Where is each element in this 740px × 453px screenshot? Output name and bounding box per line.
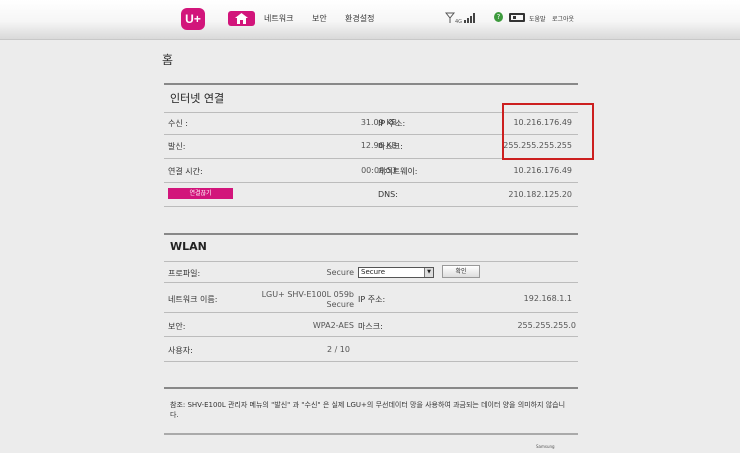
main-content: 홈 인터넷 연결 수신 : 31.09 KB IP 주소: 10.216.176… (162, 40, 582, 453)
page-title: 홈 (162, 53, 174, 67)
network-name-value-2: Secure (326, 300, 354, 309)
network-type: 4G (455, 19, 462, 24)
connection-time-label: 연결 시간: (168, 167, 203, 176)
help-link[interactable]: 도움말 (529, 14, 546, 23)
row-divider (164, 206, 578, 207)
gateway-value: 10.216.176.49 (513, 166, 572, 175)
sent-label: 발신: (168, 142, 186, 151)
nav-security[interactable]: 보안 (312, 13, 327, 24)
help-icon[interactable]: ? (494, 12, 503, 22)
mask-label: 마스크: (378, 142, 403, 151)
wlan-mask-value: 255.255.255.0 (517, 321, 576, 330)
row-divider (164, 282, 578, 283)
row-divider (164, 182, 578, 183)
users-label: 사용자: (168, 346, 193, 355)
row-divider (164, 433, 578, 435)
ip-label: IP 주소: (378, 119, 406, 128)
dns-value: 210.182.125.20 (508, 190, 572, 199)
note-text: 참조: SHV-E100L 관리자 메뉴의 "발신" 과 "수신" 은 실제 L… (170, 401, 566, 419)
gateway-label: 게이트웨이: (378, 167, 418, 176)
wlan-ip-label: IP 주소: (358, 295, 386, 304)
highlight-box (502, 103, 594, 160)
internet-section-title: 인터넷 연결 (170, 92, 225, 105)
samsung-logo: Samsung (536, 444, 555, 449)
section-divider (164, 83, 578, 85)
received-label: 수신 : (168, 119, 188, 128)
row-divider (164, 261, 578, 262)
logout-link[interactable]: 로그아웃 (552, 14, 574, 23)
chevron-down-icon[interactable]: ▼ (424, 268, 433, 277)
battery-icon (509, 13, 525, 22)
wlan-ip-value: 192.168.1.1 (523, 294, 572, 303)
security-value: WPA2-AES (312, 321, 354, 330)
profile-select[interactable]: Secure ▼ (358, 267, 434, 278)
confirm-button[interactable]: 확인 (442, 265, 480, 278)
row-divider (164, 361, 578, 362)
section-divider (164, 233, 578, 235)
profile-label: 프로파일: (168, 269, 201, 278)
profile-value: Secure (326, 268, 354, 277)
home-icon (235, 13, 248, 24)
wlan-mask-label: 마스크: (358, 322, 383, 331)
row-divider (164, 336, 578, 337)
section-divider (164, 387, 578, 389)
nav-network[interactable]: 네트워크 (264, 13, 293, 24)
wlan-section-title: WLAN (170, 240, 207, 253)
lgu-logo[interactable]: U+ (181, 8, 205, 30)
users-value: 2 / 10 (326, 345, 350, 354)
row-divider (164, 312, 578, 313)
top-bar: U+ 네트워크 보안 환경설정 4G ? 도움말 로그아웃 (0, 0, 740, 40)
signal-indicator: 4G (444, 12, 477, 26)
network-name-label: 네트워크 이름: (168, 295, 218, 304)
signal-icon: 4G (444, 12, 475, 25)
nav-settings[interactable]: 환경설정 (345, 13, 374, 24)
disconnect-button[interactable]: 연결끊기 (168, 188, 233, 199)
network-name-value: LGU+ SHV-E100L 059b (261, 290, 354, 299)
profile-select-value: Secure (361, 268, 386, 276)
home-button[interactable] (228, 11, 255, 26)
security-label: 보안: (168, 322, 186, 331)
dns-label: DNS: (378, 190, 398, 199)
